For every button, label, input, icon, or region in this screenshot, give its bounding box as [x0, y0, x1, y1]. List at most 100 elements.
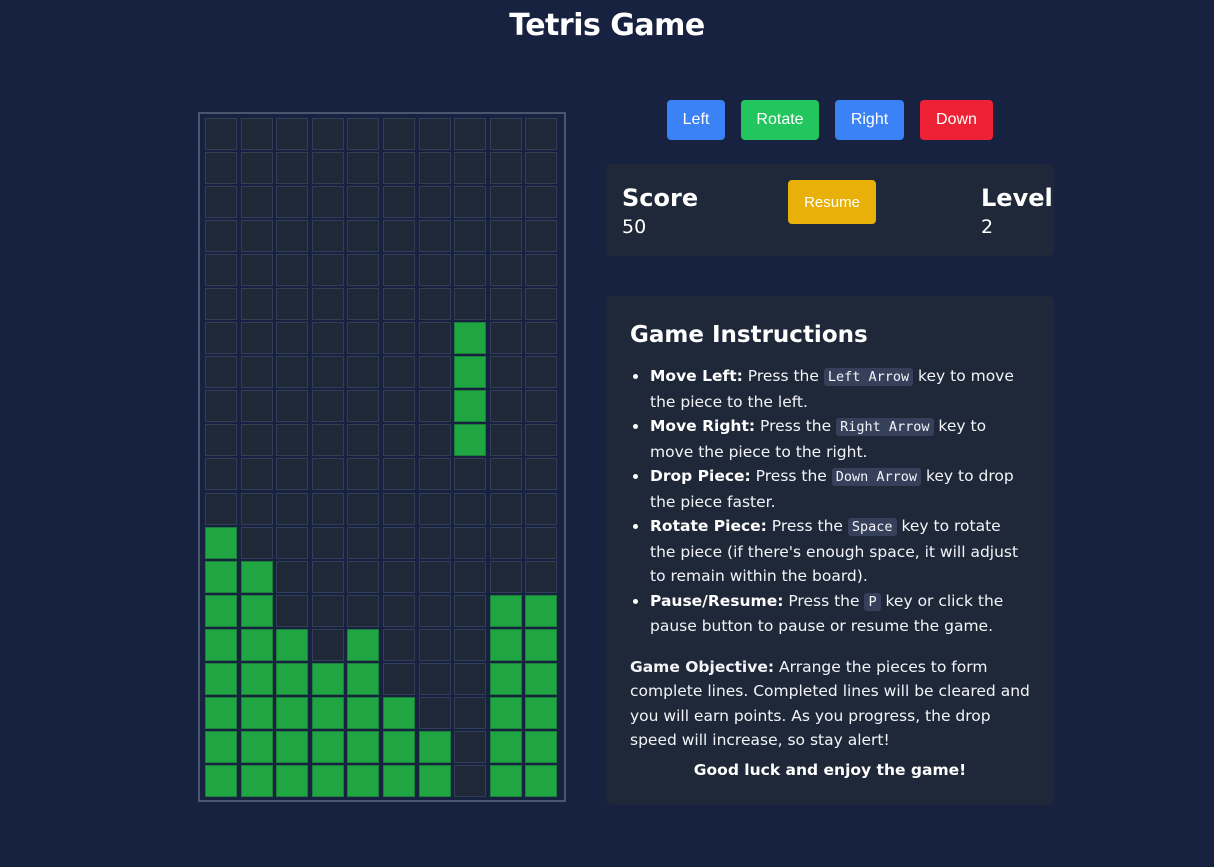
- instruction-label: Drop Piece:: [650, 467, 751, 485]
- board-cell: [240, 220, 273, 253]
- board-cell: [205, 322, 237, 355]
- objective-label: Game Objective:: [630, 657, 775, 676]
- board-cell-filled: [240, 730, 273, 763]
- board-cell: [205, 492, 237, 525]
- board-cell-filled: [525, 764, 558, 797]
- board-cell-filled: [205, 594, 237, 627]
- board-cell-filled: [489, 662, 522, 695]
- board-cell-filled: [205, 662, 237, 695]
- board-cell: [382, 526, 415, 559]
- board-cell: [382, 424, 415, 457]
- board-cell: [276, 220, 309, 253]
- board-cell: [240, 356, 273, 389]
- board-cell: [418, 186, 451, 219]
- level-value: 2: [981, 216, 994, 238]
- board-cell-filled: [205, 526, 237, 559]
- board-cell: [525, 356, 558, 389]
- board-cell: [311, 390, 344, 423]
- board-cell: [418, 458, 451, 491]
- board-cell: [454, 730, 487, 763]
- board-cell-filled: [205, 696, 237, 729]
- board-cell-filled: [240, 628, 273, 661]
- board-cell: [205, 152, 237, 185]
- instruction-text: Press the: [750, 467, 832, 485]
- board-cell-filled: [347, 628, 380, 661]
- board-cell: [276, 254, 309, 287]
- board-cell: [205, 254, 237, 287]
- board-cell: [347, 424, 380, 457]
- down-button[interactable]: Down: [920, 100, 993, 140]
- instruction-text: Press the: [755, 417, 837, 435]
- board-cell: [347, 288, 380, 321]
- board-cell: [276, 322, 309, 355]
- instruction-drop-piece: Drop Piece: Press the Down Arrow key to …: [633, 464, 1030, 514]
- board-cell: [382, 560, 415, 593]
- board-cell-filled: [240, 662, 273, 695]
- key-badge: Space: [847, 518, 897, 536]
- board-cell-filled: [240, 594, 273, 627]
- instruction-move-left: Move Left: Press the Left Arrow key to m…: [633, 364, 1030, 414]
- instruction-move-right: Move Right: Press the Right Arrow key to…: [633, 414, 1030, 464]
- board-cell-filled: [382, 730, 415, 763]
- board-cell-filled: [205, 730, 237, 763]
- board-cell: [489, 390, 522, 423]
- board-cell: [418, 220, 451, 253]
- board-cell: [382, 186, 415, 219]
- board-cell: [489, 254, 522, 287]
- game-board: [198, 112, 566, 802]
- board-cell: [382, 628, 415, 661]
- board-cell: [489, 356, 522, 389]
- board-cell-filled: [240, 696, 273, 729]
- board-cell-filled: [382, 696, 415, 729]
- instruction-text: Press the: [783, 591, 865, 610]
- board-cell: [276, 356, 309, 389]
- board-cell: [347, 594, 380, 627]
- board-cell-filled: [347, 764, 380, 797]
- board-cell: [276, 458, 309, 491]
- board-cell-filled: [311, 730, 344, 763]
- board-cell: [418, 662, 451, 695]
- board-cell: [205, 390, 237, 423]
- board-cell: [489, 186, 522, 219]
- board-cell: [240, 424, 273, 457]
- board-cell: [311, 628, 344, 661]
- board-cell: [382, 356, 415, 389]
- instructions-list: Move Left: Press the Left Arrow key to m…: [630, 364, 1030, 639]
- board-cell: [525, 492, 558, 525]
- board-cell: [240, 254, 273, 287]
- board-cell: [454, 628, 487, 661]
- board-cell-filled: [525, 730, 558, 763]
- board-cell: [489, 492, 522, 525]
- board-cell-filled: [347, 730, 380, 763]
- board-cell-filled: [454, 322, 487, 355]
- board-cell: [311, 458, 344, 491]
- instruction-rotate-piece: Rotate Piece: Press the Space key to rot…: [633, 514, 1030, 589]
- board-cell-filled: [454, 390, 487, 423]
- resume-button[interactable]: Resume: [788, 180, 876, 224]
- board-cell: [347, 220, 380, 253]
- board-cell: [454, 526, 487, 559]
- board-cell-filled: [489, 594, 522, 627]
- board-cell: [311, 526, 344, 559]
- right-button[interactable]: Right: [835, 100, 904, 140]
- board-grid: [205, 118, 564, 797]
- left-button[interactable]: Left: [667, 100, 725, 140]
- instructions-panel: Game Instructions Move Left: Press the L…: [606, 296, 1054, 805]
- board-cell: [347, 526, 380, 559]
- board-cell: [205, 288, 237, 321]
- rotate-button[interactable]: Rotate: [741, 100, 819, 140]
- board-cell: [525, 390, 558, 423]
- board-cell-filled: [418, 730, 451, 763]
- board-cell-filled: [276, 662, 309, 695]
- board-cell-filled: [489, 696, 522, 729]
- board-cell-filled: [205, 628, 237, 661]
- board-cell-filled: [276, 764, 309, 797]
- board-cell: [276, 594, 309, 627]
- board-cell: [454, 696, 487, 729]
- board-cell: [418, 254, 451, 287]
- board-cell-filled: [525, 662, 558, 695]
- board-cell: [382, 322, 415, 355]
- board-cell-filled: [418, 764, 451, 797]
- board-cell: [489, 560, 522, 593]
- board-cell: [276, 152, 309, 185]
